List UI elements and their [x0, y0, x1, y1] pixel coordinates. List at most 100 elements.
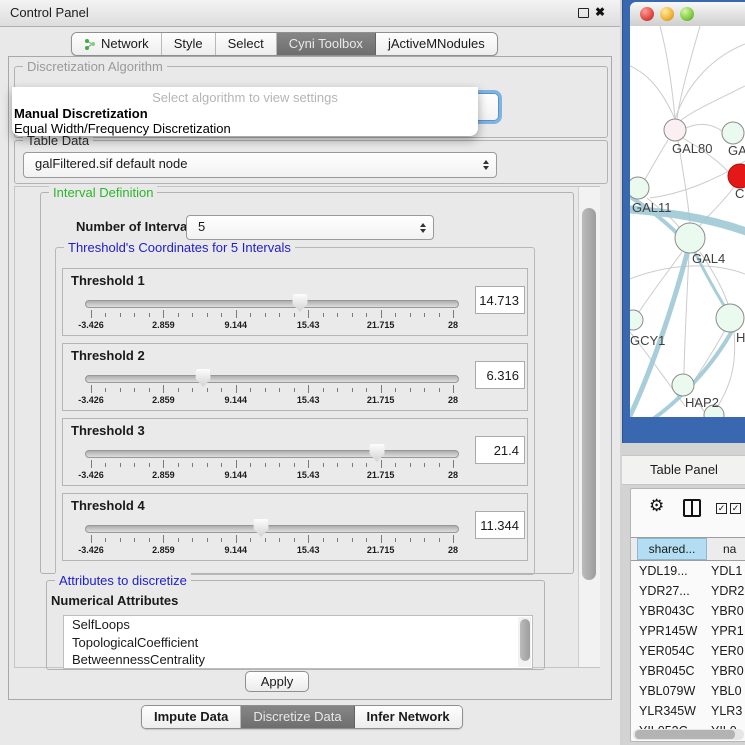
close-traffic-light-icon[interactable] [640, 7, 654, 21]
slider-tick [178, 388, 179, 392]
threshold-2-slider[interactable]: -3.4262.8599.14415.4321.71528 [91, 372, 453, 408]
zoom-traffic-light-icon[interactable] [680, 7, 694, 21]
slider-tick [163, 460, 164, 468]
node-ga[interactable] [722, 122, 744, 144]
table-row[interactable]: YLR345WYLR3 [631, 701, 745, 721]
table-row[interactable]: YBL079WYBL0 [631, 681, 745, 701]
slider-scale-label: -3.426 [78, 545, 104, 555]
slider-tick [207, 463, 208, 467]
node-gal11[interactable] [630, 177, 649, 199]
slider-tick [410, 538, 411, 542]
gear-icon[interactable]: ⚙ [649, 496, 664, 516]
slider-tick [163, 535, 164, 543]
slider-tick [366, 313, 367, 317]
tab-cyni-toolbox[interactable]: Cyni Toolbox [277, 33, 376, 55]
slider-track[interactable] [85, 450, 459, 458]
table-row[interactable]: YBR043CYBR0 [631, 601, 745, 621]
slider-scale-label: 15.43 [297, 395, 320, 405]
tab-discretize-data[interactable]: Discretize Data [241, 706, 354, 728]
tab-infer-network-label: Infer Network [367, 706, 450, 728]
list-scrollbar[interactable] [518, 617, 531, 667]
horizontal-scrollbar-thumb[interactable] [635, 730, 735, 739]
tab-style[interactable]: Style [162, 33, 216, 55]
slider-tick [120, 313, 121, 317]
slider-tick [337, 538, 338, 542]
node-gal4[interactable] [675, 223, 705, 253]
slider-tick [192, 388, 193, 392]
node-gal80[interactable] [664, 119, 686, 141]
slider-track[interactable] [85, 525, 459, 533]
node-h[interactable] [716, 304, 744, 332]
threshold-3-label: Threshold 3 [71, 423, 145, 438]
algorithm-dropdown-popup: Select algorithm to view settings Manual… [12, 87, 478, 136]
threshold-1-slider[interactable]: -3.4262.8599.14415.4321.71528 [91, 297, 453, 333]
threshold-3-slider[interactable]: -3.4262.8599.14415.4321.71528 [91, 447, 453, 483]
vertical-scrollbar-thumb[interactable] [582, 208, 596, 580]
node-highlighted-red[interactable] [728, 164, 745, 188]
slider-scale-label: 15.43 [297, 320, 320, 330]
list-item[interactable]: SelfLoops [64, 616, 532, 634]
float-window-icon[interactable] [578, 8, 589, 18]
threshold-2-panel: Threshold 2 -3.4262.8599.14415.4321.7152… [62, 343, 528, 411]
slider-scale: -3.4262.8599.14415.4321.71528 [91, 320, 453, 332]
table-data-combobox-value: galFiltered.sif default node [24, 153, 496, 175]
slider-tick [250, 388, 251, 392]
threshold-2-value-field[interactable]: 6.316 [475, 361, 525, 389]
column-header-shared-name[interactable]: shared... [637, 538, 707, 560]
tab-infer-network[interactable]: Infer Network [355, 706, 462, 728]
tab-select[interactable]: Select [216, 33, 277, 55]
tab-network[interactable]: Network [72, 33, 162, 55]
horizontal-scrollbar[interactable] [633, 729, 744, 740]
slider-scale-label: -3.426 [78, 395, 104, 405]
slider-tick [395, 538, 396, 542]
vertical-scrollbar[interactable] [578, 187, 600, 667]
split-view-icon[interactable] [683, 499, 701, 517]
slider-tick [91, 385, 92, 393]
table-data-combobox[interactable]: galFiltered.sif default node [23, 152, 497, 178]
slider-tick [323, 463, 324, 467]
threshold-1-value-field[interactable]: 14.713 [475, 286, 525, 314]
slider-ticks [91, 460, 453, 469]
popup-item-equal-width[interactable]: Equal Width/Frequency Discretization [12, 121, 478, 136]
popup-item-manual-discretization[interactable]: Manual Discretization [12, 106, 478, 121]
slider-tick [337, 388, 338, 392]
minimize-traffic-light-icon[interactable] [660, 7, 674, 21]
apply-button[interactable]: Apply [245, 671, 309, 692]
node-hap2[interactable] [672, 374, 694, 396]
tab-jactivemnodules[interactable]: jActiveMNodules [376, 33, 497, 55]
threshold-4-slider[interactable]: -3.4262.8599.14415.4321.71528 [91, 522, 453, 558]
slider-scale-label: 21.715 [367, 545, 395, 555]
cell: YLR345W [639, 701, 696, 721]
list-item[interactable]: BetweennessCentrality [64, 651, 532, 669]
column-header-name[interactable]: na [708, 538, 745, 560]
slider-tick [250, 313, 251, 317]
node-label: GAL80 [672, 141, 712, 156]
network-graph[interactable]: GAL80 GA C GAL11 GAL4 GCY1 H HAP2 [630, 26, 745, 417]
cell: YER054C [639, 641, 695, 661]
table-row[interactable]: YER054CYER0 [631, 641, 745, 661]
threshold-4-value-field[interactable]: 11.344 [475, 511, 525, 539]
table-row[interactable]: YBR045CYBR0 [631, 661, 745, 681]
number-of-intervals-combobox[interactable]: 5 [186, 215, 434, 240]
close-icon[interactable]: ✖ [595, 5, 605, 19]
interval-definition-group: Interval Definition Number of Intervals … [40, 192, 574, 574]
threshold-1-panel: Threshold 1 -3.4262.8599.14415.4321.7152… [62, 268, 528, 336]
table-row[interactable]: YDL19...YDL1 [631, 561, 745, 581]
checkbox-icon[interactable]: ✓ [730, 503, 741, 514]
table-row[interactable]: YPR145WYPR1 [631, 621, 745, 641]
tab-impute-data[interactable]: Impute Data [142, 706, 241, 728]
slider-track[interactable] [85, 375, 459, 383]
node-gcy1[interactable] [630, 310, 643, 330]
list-scrollbar-thumb[interactable] [520, 619, 530, 661]
threshold-3-value-field[interactable]: 21.4 [475, 436, 525, 464]
network-window-titlebar [630, 2, 745, 27]
network-canvas[interactable]: GAL80 GA C GAL11 GAL4 GCY1 H HAP2 [630, 26, 745, 417]
attributes-group: Attributes to discretize Numerical Attri… [46, 580, 545, 670]
cell: YDR2 [711, 581, 744, 601]
number-of-intervals-value: 5 [187, 216, 433, 238]
slider-tick [395, 463, 396, 467]
checkbox-icon[interactable]: ✓ [716, 503, 727, 514]
slider-track[interactable] [85, 300, 459, 308]
table-row[interactable]: YDR27...YDR2 [631, 581, 745, 601]
list-item[interactable]: TopologicalCoefficient [64, 634, 532, 652]
